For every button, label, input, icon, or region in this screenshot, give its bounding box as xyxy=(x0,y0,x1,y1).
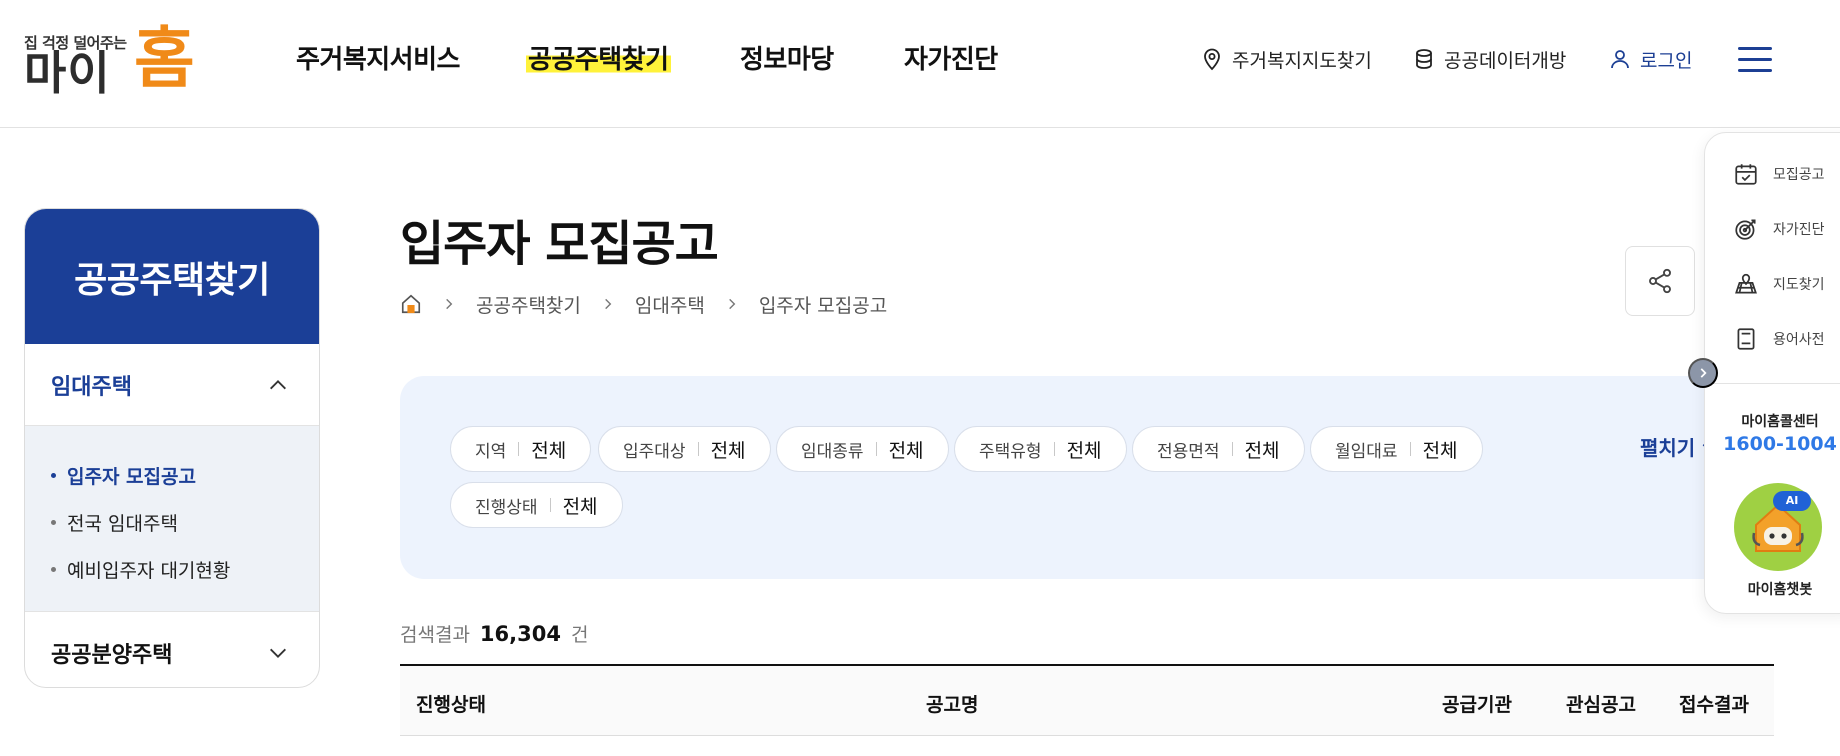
quick-item-announcements[interactable]: 모집공고 xyxy=(1733,159,1825,189)
quick-item-label: 지도찾기 xyxy=(1773,277,1825,293)
column-status: 진행상태 xyxy=(416,694,486,716)
side-nav-item-announcements[interactable]: 입주자 모집공고 xyxy=(51,452,319,499)
quick-item-map[interactable]: 지도찾기 xyxy=(1733,269,1825,299)
breadcrumb-item-rental[interactable]: 임대주택 xyxy=(635,291,705,318)
filter-chip-monthly-rent[interactable]: 월임대료 전체 xyxy=(1310,426,1483,472)
side-nav-group-rental-label: 임대주택 xyxy=(51,374,132,400)
filter-chip-value: 전체 xyxy=(1066,440,1102,462)
chevron-down-icon xyxy=(270,648,286,658)
filter-chip-housing-type[interactable]: 주택유형 전체 xyxy=(954,426,1127,472)
share-icon xyxy=(1649,268,1671,294)
calendar-check-icon xyxy=(1735,164,1757,185)
gnb-housing-welfare[interactable]: 주거복지서비스 xyxy=(296,40,460,80)
util-data-link[interactable]: 공공데이터개방 xyxy=(1412,44,1566,74)
filter-chip-label: 진행상태 xyxy=(475,497,538,517)
breadcrumb: 공공주택찾기 임대주택 입주자 모집공고 xyxy=(400,290,887,318)
site-header: 집 걱정 덜어주는 마이 홈 주거복지서비스 공공주택찾기 정보마당 자가진단 … xyxy=(0,0,1840,128)
logo-main-text: 마이 xyxy=(24,46,111,100)
side-nav-submenu: 입주자 모집공고 전국 임대주택 예비입주자 대기현황 xyxy=(25,426,319,612)
chatbot-ai-badge: AI xyxy=(1773,491,1811,511)
logo-accent-text: 홈 xyxy=(134,20,195,97)
expand-label: 펼치기 xyxy=(1640,436,1696,460)
filter-chip-label: 임대종류 xyxy=(801,441,864,461)
side-nav-group-rental[interactable]: 임대주택 xyxy=(25,344,319,426)
filter-chip-label: 입주대상 xyxy=(623,441,686,461)
filter-chip-area[interactable]: 전용면적 전체 xyxy=(1132,426,1305,472)
column-agency: 공급기관 xyxy=(1442,694,1512,716)
column-title: 공고명 xyxy=(926,694,979,716)
quick-item-label: 용어사전 xyxy=(1773,332,1825,348)
quick-item-glossary[interactable]: 용어사전 xyxy=(1733,324,1825,354)
filter-chip-region[interactable]: 지역 전체 xyxy=(450,426,592,472)
map-icon xyxy=(1735,274,1757,294)
column-interest: 관심공고 xyxy=(1566,694,1636,716)
login-link[interactable]: 로그인 xyxy=(1608,44,1692,74)
quick-menu-toggle[interactable] xyxy=(1688,358,1718,388)
hamburger-menu-icon[interactable] xyxy=(1738,47,1772,73)
quick-menu: 모집공고 자가진단 지도찾기 용어사전 마이홈콜센터 1600-1004 AI … xyxy=(1704,132,1840,614)
gnb-public-housing[interactable]: 공공주택찾기 xyxy=(526,40,671,80)
side-nav-item-waitlist[interactable]: 예비입주자 대기현황 xyxy=(51,546,319,593)
filter-chip-value: 전체 xyxy=(531,440,567,462)
breadcrumb-item-current: 입주자 모집공고 xyxy=(758,294,888,317)
side-nav-group-sale-label: 공공분양주택 xyxy=(51,643,173,668)
side-nav-title: 공공주택찾기 xyxy=(25,209,319,344)
filter-chip-label: 월임대료 xyxy=(1335,441,1398,461)
filter-chip-label: 지역 xyxy=(475,441,507,461)
filter-chip-value: 전체 xyxy=(888,440,924,462)
result-label: 검색결과 xyxy=(400,624,470,646)
util-map-label: 주거복지지도찾기 xyxy=(1232,49,1372,72)
home-icon[interactable] xyxy=(400,293,422,315)
filter-chip-value: 전체 xyxy=(562,496,598,518)
quick-item-self-check[interactable]: 자가진단 xyxy=(1733,214,1825,244)
filter-chip-label: 전용면적 xyxy=(1157,441,1220,461)
database-icon xyxy=(1416,49,1432,69)
filter-chip-target[interactable]: 입주대상 전체 xyxy=(598,426,771,472)
search-result-summary: 검색결과 16,304 건 xyxy=(400,620,588,647)
quick-item-label: 자가진단 xyxy=(1773,222,1825,238)
filter-chip-status[interactable]: 진행상태 전체 xyxy=(450,482,623,528)
book-icon xyxy=(1737,328,1755,350)
site-logo[interactable]: 집 걱정 덜어주는 마이 홈 xyxy=(24,20,195,100)
result-count: 16,304 xyxy=(479,622,561,646)
chevron-right-icon xyxy=(446,298,453,310)
chevron-up-icon xyxy=(270,380,286,390)
chevron-right-icon xyxy=(728,298,736,310)
filter-panel xyxy=(400,376,1730,579)
quick-item-label: 모집공고 xyxy=(1773,167,1825,183)
share-button[interactable] xyxy=(1625,246,1695,316)
login-label: 로그인 xyxy=(1640,49,1693,72)
chevron-right-icon xyxy=(1700,368,1707,378)
map-pin-icon xyxy=(1204,48,1220,71)
gnb-info[interactable]: 정보마당 xyxy=(740,40,834,80)
call-center-label: 마이홈콜센터 xyxy=(1741,414,1819,430)
chevron-right-icon xyxy=(605,298,612,310)
filter-chip-label: 주택유형 xyxy=(979,441,1042,461)
result-unit: 건 xyxy=(570,624,589,646)
quick-divider xyxy=(1705,383,1840,384)
util-data-label: 공공데이터개방 xyxy=(1444,49,1567,72)
breadcrumb-item-public-housing[interactable]: 공공주택찾기 xyxy=(476,291,581,318)
chatbot-label: 마이홈챗봇 xyxy=(1747,582,1813,598)
column-result: 접수결과 xyxy=(1679,694,1749,716)
gnb-self-check[interactable]: 자가진단 xyxy=(904,40,998,80)
target-icon xyxy=(1735,219,1756,240)
call-center-number[interactable]: 1600-1004 xyxy=(1705,433,1840,455)
filter-chip-rental-type[interactable]: 임대종류 전체 xyxy=(776,426,949,472)
announcement-table-header: 진행상태 공고명 공급기관 관심공고 접수결과 xyxy=(400,664,1774,736)
util-map-link[interactable]: 주거복지지도찾기 xyxy=(1200,44,1372,74)
side-navigation: 공공주택찾기 임대주택 입주자 모집공고 전국 임대주택 예비입주자 대기현황 … xyxy=(24,208,320,688)
side-nav-group-sale[interactable]: 공공분양주택 xyxy=(25,612,319,687)
filter-chip-value: 전체 xyxy=(1422,440,1458,462)
filter-chip-value: 전체 xyxy=(1244,440,1280,462)
user-icon xyxy=(1611,50,1629,69)
page-title: 입주자 모집공고 xyxy=(400,216,719,272)
filter-chip-value: 전체 xyxy=(710,440,746,462)
side-nav-item-national-rental[interactable]: 전국 임대주택 xyxy=(51,499,319,546)
